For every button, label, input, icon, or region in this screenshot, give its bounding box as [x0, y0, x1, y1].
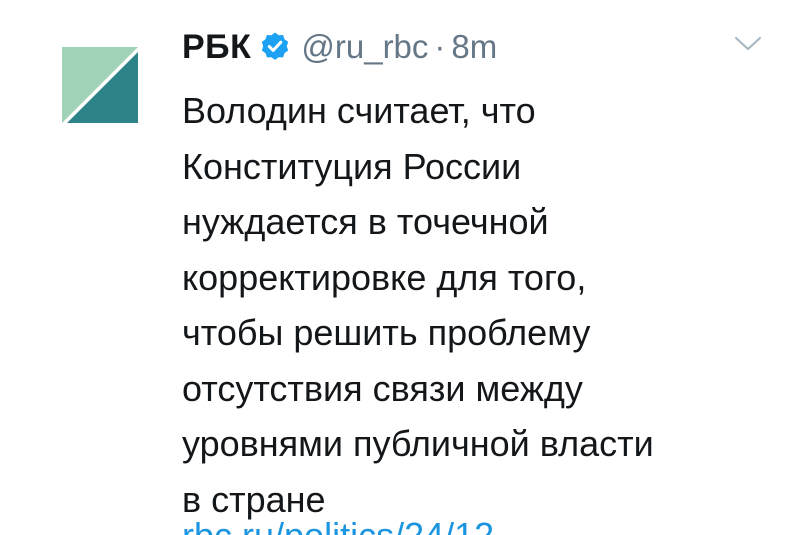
tweet-link[interactable]: rbc.ru/politics/24/12... [182, 516, 524, 535]
tweet-text-line: отсутствия связи между [182, 367, 583, 409]
tweet-text: Володин считает, что Конституция России … [182, 83, 772, 527]
author-name[interactable]: РБК [182, 28, 251, 67]
tweet-content: РБК @ru_rbc · 8m Володин считает, что Ко… [182, 24, 772, 527]
chevron-down-icon [734, 36, 762, 51]
tweet-text-line: уровнями публичной власти [182, 423, 654, 464]
tweet-text-line: чтобы решить проблему [182, 312, 591, 353]
tweet-text-line: нуждается в точечной [182, 201, 549, 242]
tweet-timestamp[interactable]: 8m [451, 28, 497, 66]
tweet-text-line: Володин считает, что [182, 90, 536, 131]
tweet[interactable]: РБК @ru_rbc · 8m Володин считает, что Ко… [0, 0, 800, 535]
verified-badge-icon [259, 31, 291, 63]
tweet-header: РБК @ru_rbc · 8m [182, 24, 772, 70]
dot-separator: · [434, 28, 446, 65]
tweet-text-line: корректировке для того, [182, 256, 587, 298]
author-handle[interactable]: @ru_rbc [301, 28, 428, 66]
tweet-text-line: Конституция России [182, 145, 522, 187]
avatar[interactable] [62, 47, 138, 123]
rbc-logo-icon [62, 47, 138, 123]
tweet-menu-button[interactable] [733, 34, 763, 54]
